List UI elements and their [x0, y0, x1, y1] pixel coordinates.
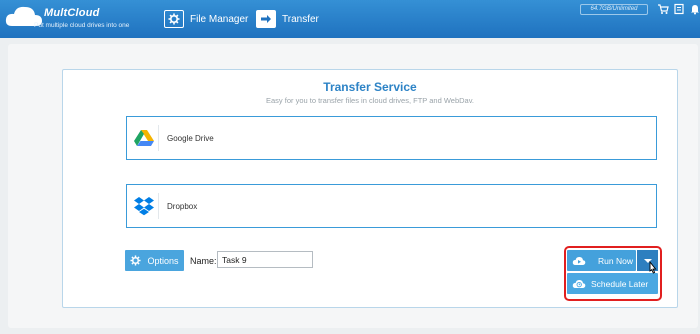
run-now-button[interactable]: Run Now — [567, 250, 636, 271]
options-button[interactable]: Options — [125, 250, 184, 271]
nav-file-manager-label: File Manager — [190, 13, 249, 25]
brand-tagline: Put multiple cloud drives into one — [34, 22, 130, 29]
storage-usage[interactable]: 64.7GB/Unlimited — [580, 4, 648, 15]
gear-icon — [164, 10, 184, 28]
schedule-later-button[interactable]: Schedule Later — [567, 273, 658, 294]
gear-icon — [130, 255, 142, 266]
cloud-clock-icon — [572, 279, 586, 289]
target-drive-label: Dropbox — [167, 201, 198, 211]
options-label: Options — [147, 255, 179, 266]
list-icon[interactable] — [673, 3, 685, 15]
nav-transfer[interactable]: Transfer — [256, 0, 319, 38]
task-name-input[interactable] — [217, 251, 313, 268]
nav-file-manager[interactable]: File Manager — [164, 0, 248, 38]
google-drive-icon — [133, 125, 159, 151]
schedule-later-label: Schedule Later — [591, 278, 649, 289]
cloud-run-icon — [572, 256, 586, 266]
nav-transfer-label: Transfer — [282, 13, 319, 25]
brand-name[interactable]: MultCloud — [44, 7, 100, 19]
panel-title: Transfer Service — [323, 80, 417, 94]
cart-icon[interactable] — [657, 3, 669, 15]
bell-icon[interactable] — [689, 3, 700, 15]
arrow-right-icon — [256, 10, 276, 28]
source-drive-selector[interactable]: Google Drive — [126, 116, 657, 160]
panel-subtitle: Easy for you to transfer files in cloud … — [265, 96, 474, 105]
task-name-label: Name: — [190, 256, 217, 266]
source-drive-label: Google Drive — [167, 133, 214, 143]
mouse-pointer-icon — [649, 261, 657, 274]
target-drive-selector[interactable]: Dropbox — [126, 184, 657, 228]
top-header: MultCloud Put multiple cloud drives into… — [0, 0, 700, 38]
run-now-label: Run Now — [598, 255, 633, 266]
dropbox-icon — [133, 193, 159, 219]
